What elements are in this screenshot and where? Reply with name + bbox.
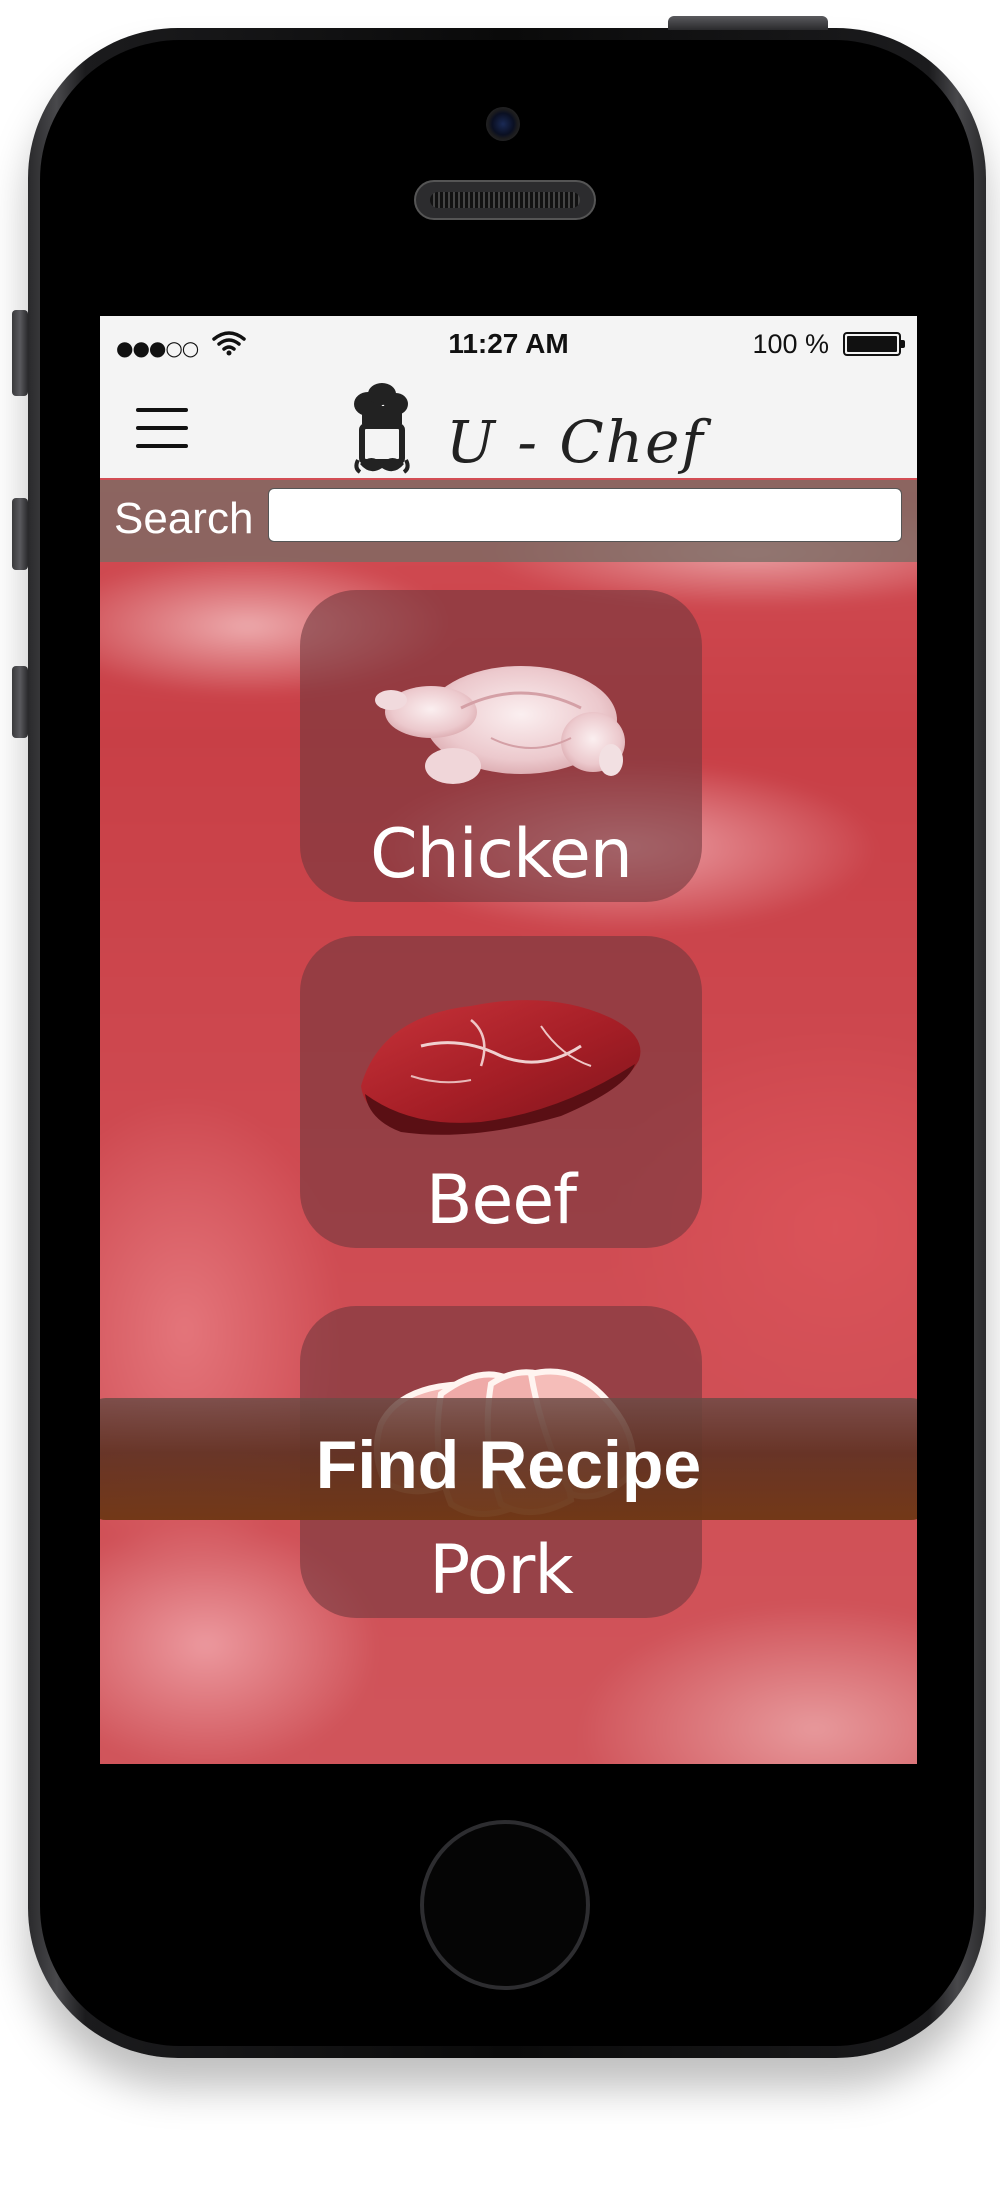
- mute-switch: [12, 310, 28, 396]
- volume-up-button: [12, 498, 28, 570]
- earpiece-speaker: [414, 180, 596, 220]
- navigation-bar: U - Chef: [100, 372, 917, 478]
- front-camera: [486, 107, 520, 141]
- app-title: U - Chef: [446, 408, 705, 476]
- volume-down-button: [12, 666, 28, 738]
- search-input[interactable]: [268, 488, 902, 542]
- category-label: Pork: [429, 1531, 574, 1610]
- battery-icon: [843, 332, 905, 356]
- category-chicken-button[interactable]: Chicken: [300, 590, 702, 902]
- app-screen: ●●●○○ 11:27 AM 100 % U - Chef Search Chi…: [100, 316, 917, 1764]
- home-button[interactable]: [420, 1820, 590, 1990]
- find-recipe-button[interactable]: Find Recipe: [100, 1398, 917, 1520]
- search-bar: Search: [100, 480, 917, 562]
- category-beef-button[interactable]: Beef: [300, 936, 702, 1248]
- beef-icon: [361, 1000, 641, 1135]
- battery-percent: 100 %: [752, 329, 829, 359]
- category-label: Chicken: [370, 815, 633, 894]
- find-recipe-label: Find Recipe: [315, 1427, 702, 1503]
- status-bar: ●●●○○ 11:27 AM 100 %: [100, 316, 917, 372]
- chef-hat-icon: [354, 383, 410, 474]
- hamburger-icon: [136, 408, 188, 412]
- hamburger-icon-line: [136, 426, 188, 430]
- hamburger-icon-line: [136, 444, 188, 448]
- chicken-icon: [375, 666, 625, 784]
- category-label: Beef: [425, 1161, 577, 1240]
- power-button: [668, 16, 828, 30]
- hamburger-menu-button[interactable]: [136, 408, 188, 448]
- search-label: Search: [114, 494, 254, 543]
